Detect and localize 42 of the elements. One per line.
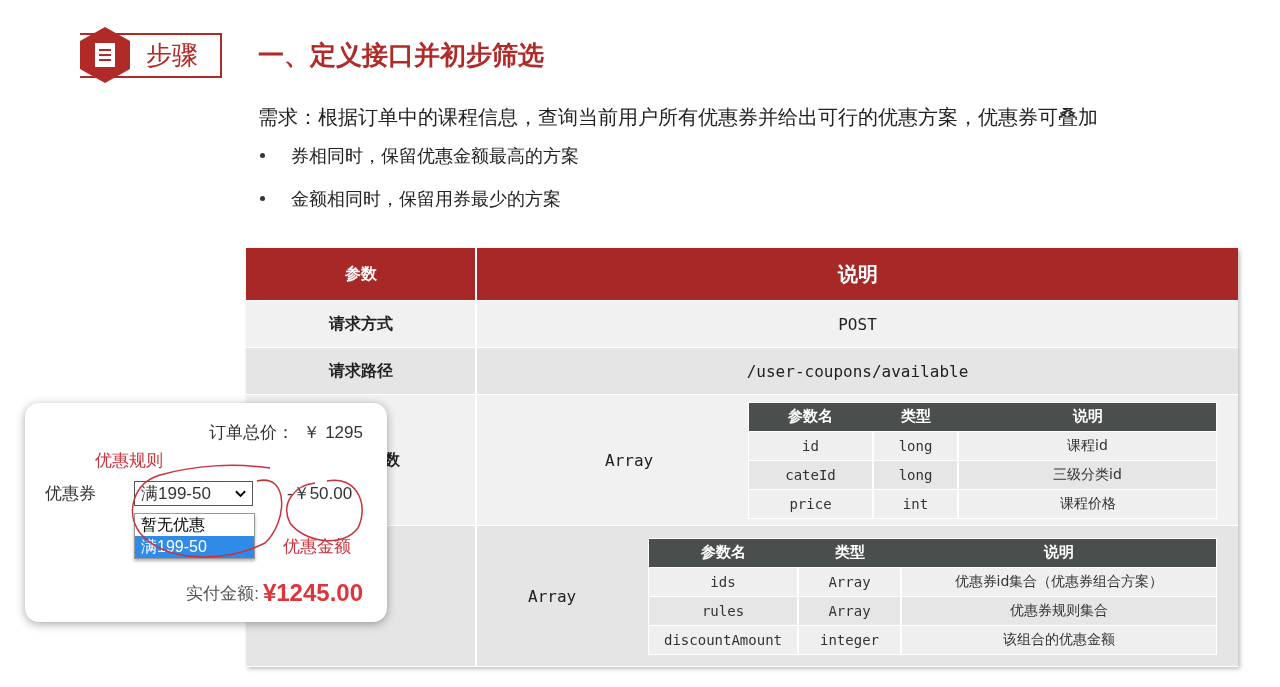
coupon-select[interactable]: 满199-50 — [134, 481, 253, 506]
bullet-icon — [260, 196, 265, 201]
table-cell: 请求方式 — [328, 313, 393, 335]
coupon-label: 优惠券 — [45, 483, 97, 505]
table-cell: Array — [799, 567, 900, 596]
table-cell: id — [749, 431, 872, 460]
requirement-text: 需求：根据订单中的课程信息，查询当前用户所有优惠券并给出可行的优惠方案，优惠券可叠加 — [258, 104, 1099, 131]
dropdown-option[interactable]: 暂无优惠 — [135, 514, 254, 536]
table-cell: 优惠券id集合（优惠券组合方案） — [902, 567, 1216, 596]
table-cell: int — [874, 489, 957, 518]
badge-label: 步骤 — [146, 38, 198, 72]
column-header: 说明 — [836, 260, 879, 288]
table-cell: 课程价格 — [959, 489, 1216, 518]
table-cell: Array — [528, 586, 577, 606]
bullet-icon — [260, 153, 265, 158]
table-cell: 该组合的优惠金额 — [902, 625, 1216, 654]
table-cell: 课程id — [959, 431, 1216, 460]
order-total: 订单总价： ￥ 1295 — [209, 422, 363, 444]
table-cell: discountAmount — [649, 625, 797, 654]
dropdown-option[interactable]: 满199-50 — [135, 536, 254, 558]
pay-amount: ¥1245.00 — [262, 579, 363, 607]
table-cell: rules — [649, 596, 797, 625]
table-cell: price — [749, 489, 872, 518]
table-cell: 请求路径 — [328, 360, 393, 382]
table-cell: long — [874, 431, 957, 460]
table-cell: 三级分类id — [959, 460, 1216, 489]
slide-title: 一、定义接口并初步筛选 — [258, 38, 544, 72]
discount-amount: -￥50.00 — [287, 483, 353, 505]
table-cell: Array — [605, 450, 654, 470]
table-cell: long — [874, 460, 957, 489]
table-cell: integer — [799, 625, 900, 654]
annotation-text: 优惠规则 — [95, 450, 163, 472]
table-cell: /user-coupons/available — [746, 361, 969, 381]
table-cell: ids — [649, 567, 797, 596]
chevron-icon — [235, 489, 246, 498]
table-cell: cateId — [749, 460, 872, 489]
bullet-text: 金额相同时，保留用券最少的方案 — [291, 186, 561, 211]
table-cell: 优惠券规则集合 — [902, 596, 1216, 625]
table-cell: Array — [799, 596, 900, 625]
table-cell: POST — [838, 314, 877, 334]
pay-label: 实付金额: — [186, 582, 259, 605]
bullet-text: 券相同时，保留优惠金额最高的方案 — [291, 143, 579, 168]
